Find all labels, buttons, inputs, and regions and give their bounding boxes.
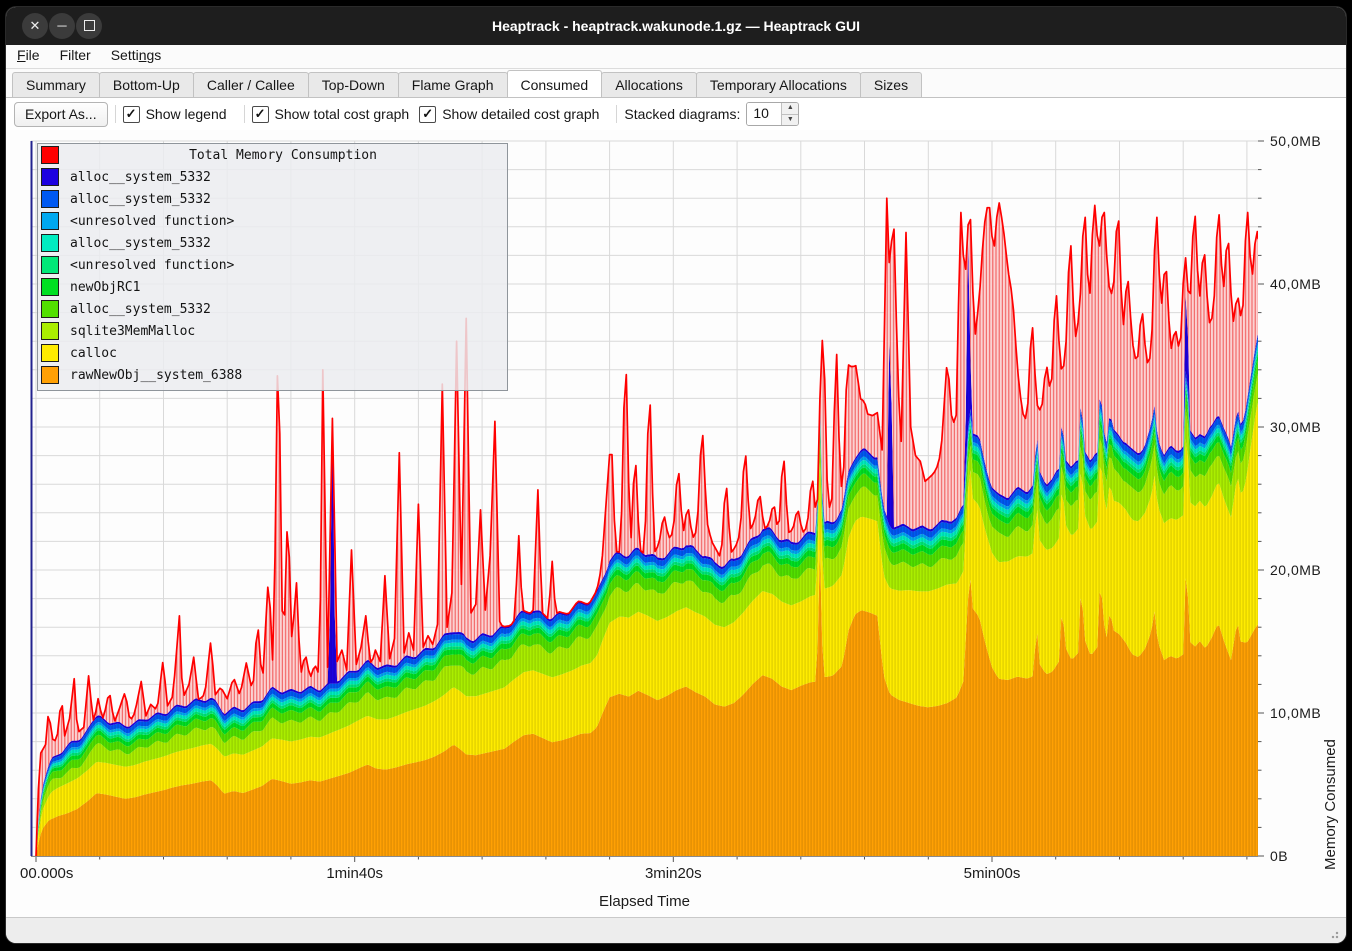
legend-item: <unresolved function> (41, 210, 507, 232)
export-as-button[interactable]: Export As... (14, 102, 108, 127)
consumed-chart-panel: 00.000s 1min40s 3min20s 5min00s 0B 10,0MB 20,0… (6, 130, 1346, 918)
toolbar: Export As... ✓ Show legend ✓ Show total … (6, 98, 1346, 130)
legend-swatch (41, 300, 59, 318)
spinner-up-icon[interactable]: ▲ (782, 103, 798, 115)
y-tick-label: 0B (1270, 848, 1288, 864)
legend-item: calloc (41, 342, 507, 364)
stacked-diagrams-spinner[interactable]: 10 ▲ ▼ (746, 102, 799, 126)
show-total-cost-checkbox[interactable]: ✓ Show total cost graph (252, 106, 410, 123)
legend-label: alloc__system_5332 (70, 170, 211, 185)
y-tick-label: 30,0MB (1270, 419, 1321, 435)
legend-label: Total Memory Consumption (59, 148, 507, 163)
x-axis-title: Elapsed Time (6, 893, 1283, 910)
y-tick-label: 40,0MB (1270, 276, 1321, 292)
legend-swatch (41, 146, 59, 164)
title-bar[interactable]: ✕ ─ Heaptrack - heaptrack.wakunode.1.gz … (6, 7, 1346, 45)
checkbox-label: Show detailed cost graph (442, 106, 599, 122)
tab-caller-callee[interactable]: Caller / Callee (193, 72, 309, 97)
legend-swatch (41, 366, 59, 384)
legend-title-row: Total Memory Consumption (41, 144, 507, 166)
legend-swatch (41, 234, 59, 252)
legend-label: <unresolved function> (70, 214, 234, 229)
toolbar-separator (115, 105, 116, 123)
checkbox-check-icon[interactable]: ✓ (123, 106, 140, 123)
spinner-down-icon[interactable]: ▼ (782, 115, 798, 126)
legend-swatch (41, 212, 59, 230)
checkbox-check-icon[interactable]: ✓ (419, 106, 436, 123)
tab-summary[interactable]: Summary (12, 72, 100, 97)
tab-consumed[interactable]: Consumed (507, 70, 603, 97)
legend-item: sqlite3MemMalloc (41, 320, 507, 342)
legend-label: rawNewObj__system_6388 (70, 368, 242, 383)
tab-allocations[interactable]: Allocations (601, 72, 697, 97)
legend-label: alloc__system_5332 (70, 302, 211, 317)
menu-item-filter[interactable]: Filter (51, 45, 100, 65)
status-bar (6, 917, 1346, 943)
tab-flame-graph[interactable]: Flame Graph (398, 72, 508, 97)
tab-temporary-allocations[interactable]: Temporary Allocations (696, 72, 861, 97)
legend-label: <unresolved function> (70, 258, 234, 273)
show-detailed-cost-checkbox[interactable]: ✓ Show detailed cost graph (419, 106, 599, 123)
x-tick-label: 3min20s (645, 865, 702, 882)
legend-item: newObjRC1 (41, 276, 507, 298)
legend-swatch (41, 278, 59, 296)
chart-legend: Total Memory Consumption alloc__system_53… (37, 143, 508, 391)
menu-item-settings[interactable]: Settings (102, 45, 171, 65)
toolbar-separator (244, 105, 245, 123)
checkbox-label: Show legend (146, 106, 227, 122)
tab-sizes[interactable]: Sizes (860, 72, 922, 97)
legend-swatch (41, 190, 59, 208)
checkbox-check-icon[interactable]: ✓ (252, 106, 269, 123)
legend-swatch (41, 344, 59, 362)
tab-bottom-up[interactable]: Bottom-Up (99, 72, 194, 97)
legend-item: rawNewObj__system_6388 (41, 364, 507, 386)
legend-label: alloc__system_5332 (70, 192, 211, 207)
legend-item: alloc__system_5332 (41, 232, 507, 254)
stacked-diagrams-label: Stacked diagrams: (624, 106, 740, 122)
window-title: Heaptrack - heaptrack.wakunode.1.gz — He… (6, 7, 1346, 45)
y-tick-label: 10,0MB (1270, 705, 1321, 721)
resize-grip[interactable] (1331, 929, 1341, 939)
tab-bar: SummaryBottom-UpCaller / CalleeTop-DownF… (6, 69, 1346, 98)
legend-swatch (41, 168, 59, 186)
legend-item: alloc__system_5332 (41, 188, 507, 210)
x-tick-label: 5min00s (964, 865, 1021, 882)
legend-item: alloc__system_5332 (41, 298, 507, 320)
x-tick-label: 1min40s (326, 865, 383, 882)
y-axis-title: Memory Consumed (1322, 130, 1339, 870)
legend-item: alloc__system_5332 (41, 166, 507, 188)
legend-swatch (41, 322, 59, 340)
show-legend-checkbox[interactable]: ✓ Show legend (123, 106, 227, 123)
y-tick-label: 20,0MB (1270, 562, 1321, 578)
stacked-diagrams-value[interactable]: 10 (747, 103, 781, 125)
checkbox-label: Show total cost graph (275, 106, 410, 122)
legend-label: sqlite3MemMalloc (70, 324, 195, 339)
legend-item: <unresolved function> (41, 254, 507, 276)
menu-item-file[interactable]: File (8, 45, 49, 65)
legend-label: alloc__system_5332 (70, 236, 211, 251)
toolbar-separator (616, 105, 617, 123)
legend-label: newObjRC1 (70, 280, 140, 295)
menu-bar: FileFilterSettings (6, 45, 1346, 69)
tab-top-down[interactable]: Top-Down (308, 72, 399, 97)
app-window: ✕ ─ Heaptrack - heaptrack.wakunode.1.gz … (6, 7, 1346, 943)
x-tick-label: 00.000s (20, 865, 73, 882)
legend-swatch (41, 256, 59, 274)
legend-label: calloc (70, 346, 117, 361)
y-tick-label: 50,0MB (1270, 133, 1321, 149)
